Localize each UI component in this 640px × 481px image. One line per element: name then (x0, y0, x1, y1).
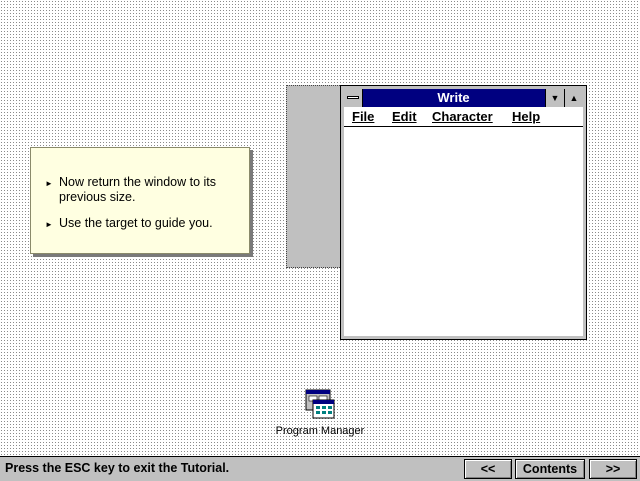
menu-file[interactable]: File (352, 107, 374, 126)
menu-edit[interactable]: Edit (392, 107, 417, 126)
menu-bar: File Edit Character Help (344, 107, 583, 127)
control-menu-button[interactable] (344, 89, 363, 107)
menu-character[interactable]: Character (432, 107, 493, 126)
bullet-icon: ► (45, 179, 53, 188)
document-area[interactable] (344, 127, 583, 336)
program-manager-icon[interactable] (303, 388, 335, 420)
next-button[interactable]: >> (589, 459, 637, 479)
tutorial-bottom-bar: Press the ESC key to exit the Tutorial. … (0, 456, 640, 481)
exit-instruction: Press the ESC key to exit the Tutorial. (5, 461, 230, 475)
control-menu-icon (347, 96, 359, 99)
instruction-note: ► Now return the window to its previous … (30, 147, 250, 254)
write-window[interactable]: Write ▼ ▲ File Edit Character Help (340, 85, 587, 340)
note-item-text: Use the target to guide you. (59, 216, 213, 230)
maximize-button[interactable]: ▲ (564, 89, 583, 107)
previous-button[interactable]: << (464, 459, 512, 479)
resize-target-outline (286, 85, 346, 268)
program-manager-label[interactable]: Program Manager (270, 425, 370, 437)
note-item-text: Now return the window to its previous si… (59, 175, 217, 204)
window-titlebar[interactable]: Write ▼ ▲ (344, 89, 583, 107)
bullet-icon: ► (45, 220, 53, 229)
minimize-button[interactable]: ▼ (545, 89, 564, 107)
note-item: ► Use the target to guide you. (45, 216, 241, 231)
contents-button[interactable]: Contents (515, 459, 585, 479)
note-item: ► Now return the window to its previous … (45, 175, 241, 205)
menu-help[interactable]: Help (512, 107, 540, 126)
window-title: Write (437, 90, 470, 105)
